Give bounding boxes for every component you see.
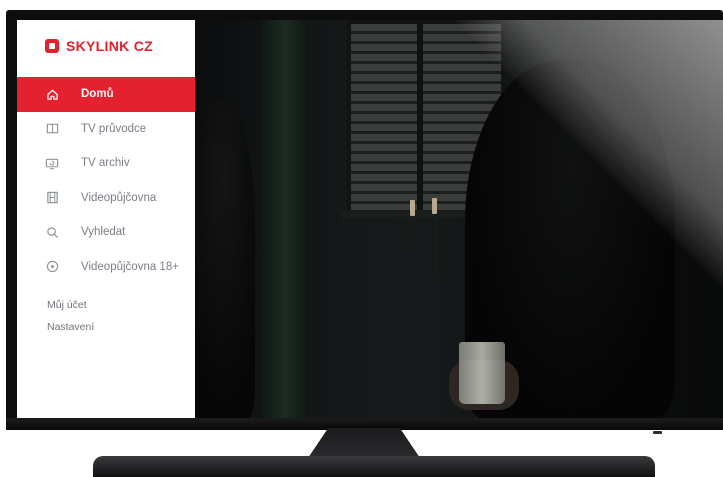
video-background bbox=[175, 20, 723, 418]
search-icon bbox=[45, 225, 59, 239]
my-account-link[interactable]: Můj účet bbox=[47, 294, 94, 316]
menu-item-search[interactable]: Vyhledat bbox=[17, 215, 195, 250]
home-icon bbox=[45, 87, 59, 101]
menu-item-video-rental[interactable]: Videopůjčovna bbox=[17, 181, 195, 216]
book-icon bbox=[45, 122, 59, 136]
secondary-menu: Můj účet Nastavení bbox=[47, 294, 94, 338]
film-icon bbox=[45, 191, 59, 205]
menu-item-adult-rental[interactable]: Videopůjčovna 18+ bbox=[17, 250, 195, 285]
tv-indicator bbox=[653, 431, 662, 434]
menu-item-label: Vyhledat bbox=[81, 226, 126, 239]
navigation-sidebar: SKYLINK CZ Domů TV průvodce TV archiv Vi… bbox=[17, 20, 195, 418]
tv-stand-neck bbox=[308, 428, 420, 458]
menu-item-tv-archive[interactable]: TV archiv bbox=[17, 146, 195, 181]
archive-tv-icon bbox=[45, 156, 59, 170]
settings-link[interactable]: Nastavení bbox=[47, 316, 94, 338]
brand-logo: SKYLINK CZ bbox=[45, 38, 153, 54]
menu-item-label: Videopůjčovna 18+ bbox=[81, 260, 179, 273]
menu-item-tv-guide[interactable]: TV průvodce bbox=[17, 112, 195, 147]
tv-stand-base bbox=[93, 456, 655, 477]
tv-screen: SKYLINK CZ Domů TV průvodce TV archiv Vi… bbox=[17, 20, 723, 418]
adult-icon bbox=[45, 260, 59, 274]
menu-item-home[interactable]: Domů bbox=[17, 77, 195, 112]
main-menu: Domů TV průvodce TV archiv Videopůjčovna bbox=[17, 77, 195, 284]
skylink-logo-icon bbox=[45, 39, 59, 53]
brand-name: SKYLINK CZ bbox=[66, 38, 153, 54]
menu-item-label: Videopůjčovna bbox=[81, 191, 157, 204]
menu-item-label: TV archiv bbox=[81, 157, 130, 170]
menu-item-label: TV průvodce bbox=[81, 122, 147, 135]
menu-item-label: Domů bbox=[81, 88, 114, 101]
